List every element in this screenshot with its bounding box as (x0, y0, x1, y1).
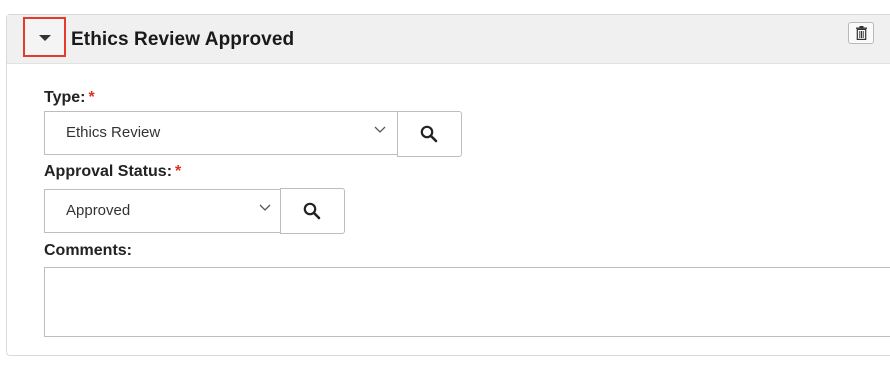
type-label: Type: * (44, 89, 95, 107)
trash-icon (856, 26, 867, 40)
chevron-down-icon (259, 204, 271, 211)
search-icon (303, 202, 321, 220)
ethics-review-panel: Ethics Review Approved Type: * Ethics Rev… (6, 14, 890, 356)
approval-status-label: Approval Status: * (44, 163, 181, 181)
chevron-down-icon (374, 126, 386, 133)
search-icon (420, 125, 438, 143)
panel-title: Ethics Review Approved (71, 29, 295, 50)
approval-status-label-text: Approval Status: (44, 163, 173, 180)
type-select-value: Ethics Review (66, 124, 161, 141)
approval-status-select-value: Approved (66, 202, 131, 219)
comments-textarea[interactable] (44, 267, 890, 337)
panel-header: Ethics Review Approved (7, 15, 890, 64)
delete-button[interactable] (848, 22, 874, 44)
collapse-toggle-button[interactable] (23, 17, 66, 57)
caret-down-icon (39, 35, 51, 41)
required-marker: * (88, 89, 95, 106)
required-marker: * (175, 163, 182, 180)
approval-status-lookup-button[interactable] (280, 188, 345, 234)
comments-label: Comments: (44, 242, 133, 259)
type-label-text: Type: (44, 89, 86, 106)
approval-status-select[interactable]: Approved (44, 189, 281, 233)
type-lookup-button[interactable] (397, 111, 462, 157)
type-select[interactable]: Ethics Review (44, 111, 398, 155)
